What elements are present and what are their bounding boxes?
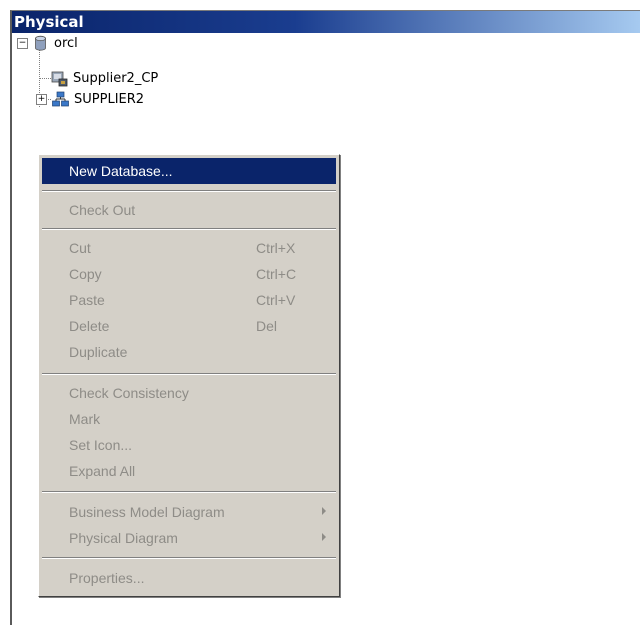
context-menu: New Database... Check Out Cut Ctrl+X Cop…: [38, 154, 340, 597]
menu-item-delete[interactable]: Delete Del: [42, 313, 336, 339]
connection-pool-icon: [51, 70, 68, 87]
panel-title: Physical: [12, 11, 640, 33]
physical-tree: − orcl Supplier2_CP + SUPPLIER2: [12, 33, 640, 153]
menu-separator: [42, 228, 336, 230]
menu-item-business-model-diagram[interactable]: Business Model Diagram: [42, 499, 336, 525]
database-icon: [32, 35, 49, 52]
menu-item-check-out[interactable]: Check Out: [42, 197, 336, 223]
menu-item-cut[interactable]: Cut Ctrl+X: [42, 235, 336, 261]
menu-item-duplicate[interactable]: Duplicate: [42, 339, 336, 365]
menu-item-new-database[interactable]: New Database...: [42, 158, 336, 184]
tree-node-supplier2[interactable]: + SUPPLIER2: [36, 88, 144, 110]
tree-node-orcl[interactable]: − orcl: [17, 32, 78, 54]
shortcut-label: Del: [256, 318, 278, 334]
menu-item-set-icon[interactable]: Set Icon...: [42, 432, 336, 458]
menu-item-check-consistency[interactable]: Check Consistency: [42, 380, 336, 406]
shortcut-label: Ctrl+C: [256, 266, 297, 282]
shortcut-label: Ctrl+V: [256, 292, 296, 308]
expand-icon[interactable]: +: [36, 93, 47, 105]
schema-icon: [52, 91, 69, 108]
menu-item-physical-diagram[interactable]: Physical Diagram: [42, 525, 336, 551]
menu-item-properties[interactable]: Properties...: [42, 565, 336, 591]
menu-separator: [42, 557, 336, 559]
tree-node-label: orcl: [54, 35, 78, 51]
menu-separator: [42, 190, 336, 192]
menu-item-paste[interactable]: Paste Ctrl+V: [42, 287, 336, 313]
menu-separator: [42, 491, 336, 493]
tree-node-label: SUPPLIER2: [74, 91, 145, 107]
collapse-icon[interactable]: −: [17, 37, 28, 49]
tree-node-supplier2-cp[interactable]: Supplier2_CP: [51, 67, 158, 89]
submenu-arrow-icon: [322, 533, 326, 541]
menu-item-expand-all[interactable]: Expand All: [42, 458, 336, 484]
shortcut-label: Ctrl+X: [256, 240, 296, 256]
tree-connector: [39, 78, 51, 79]
menu-item-copy[interactable]: Copy Ctrl+C: [42, 261, 336, 287]
tree-node-label: Supplier2_CP: [73, 70, 159, 86]
menu-item-mark[interactable]: Mark: [42, 406, 336, 432]
menu-separator: [42, 373, 336, 375]
submenu-arrow-icon: [322, 507, 326, 515]
